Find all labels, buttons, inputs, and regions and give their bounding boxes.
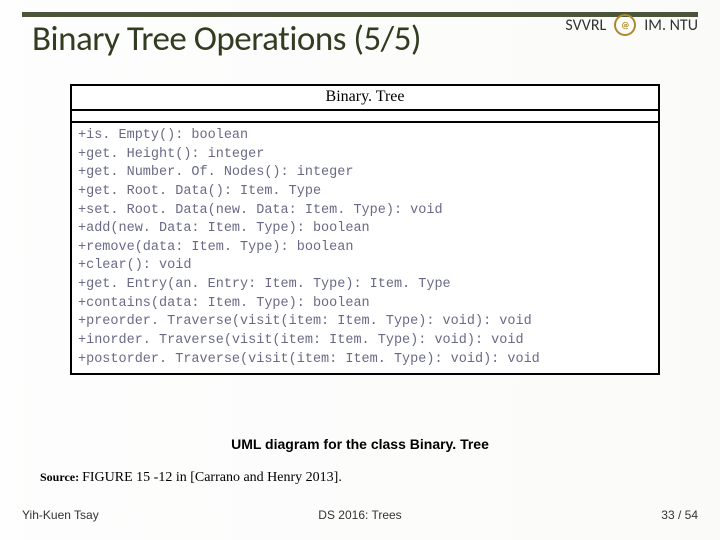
uml-operation: +is. Empty(): boolean (78, 127, 652, 146)
footer-course: DS 2016: Trees (318, 508, 401, 522)
uml-operation: +get. Height(): integer (78, 146, 652, 165)
uml-operation: +preorder. Traverse(visit(item: Item. Ty… (78, 313, 652, 332)
page-total: 54 (685, 508, 698, 522)
uml-operation: +postorder. Traverse(visit(item: Item. T… (78, 351, 652, 370)
org-right: IM. NTU (644, 16, 698, 35)
source-line: Source: FIGURE 15 -12 in [Carrano and He… (40, 470, 342, 486)
uml-operation: +remove(data: Item. Type): boolean (78, 239, 652, 258)
footer-page: 33 / 54 (661, 508, 698, 522)
uml-operation: +get. Entry(an. Entry: Item. Type): Item… (78, 276, 652, 295)
uml-caption: UML diagram for the class Binary. Tree (0, 436, 720, 452)
uml-operation: +contains(data: Item. Type): boolean (78, 295, 652, 314)
org-left: SVVRL (565, 16, 606, 35)
uml-attributes-compartment (72, 111, 658, 123)
page-sep: / (675, 508, 685, 522)
page-title: Binary Tree Operations (5/5) (32, 18, 421, 60)
uml-operation: +clear(): void (78, 257, 652, 276)
org-block: SVVRL @ IM. NTU (565, 14, 698, 36)
header: Binary Tree Operations (5/5) SVVRL @ IM.… (32, 18, 698, 60)
uml-class-box: Binary. Tree +is. Empty(): boolean+get. … (70, 84, 660, 375)
uml-operations-compartment: +is. Empty(): boolean+get. Height(): int… (72, 123, 658, 373)
footer: Yih-Kuen Tsay DS 2016: Trees 33 / 54 (22, 508, 698, 522)
footer-author: Yih-Kuen Tsay (22, 508, 99, 522)
uml-operation: +get. Root. Data(): Item. Type (78, 183, 652, 202)
uml-class-name: Binary. Tree (72, 86, 658, 111)
ntu-logo-icon: @ (614, 14, 636, 36)
uml-operation: +get. Number. Of. Nodes(): integer (78, 164, 652, 183)
uml-operation: +set. Root. Data(new. Data: Item. Type):… (78, 202, 652, 221)
source-text: FIGURE 15 -12 in [Carrano and Henry 2013… (82, 470, 342, 485)
uml-operation: +inorder. Traverse(visit(item: Item. Typ… (78, 332, 652, 351)
page-current: 33 (661, 508, 674, 522)
source-label: Source: (40, 470, 82, 484)
uml-operation: +add(new. Data: Item. Type): boolean (78, 220, 652, 239)
